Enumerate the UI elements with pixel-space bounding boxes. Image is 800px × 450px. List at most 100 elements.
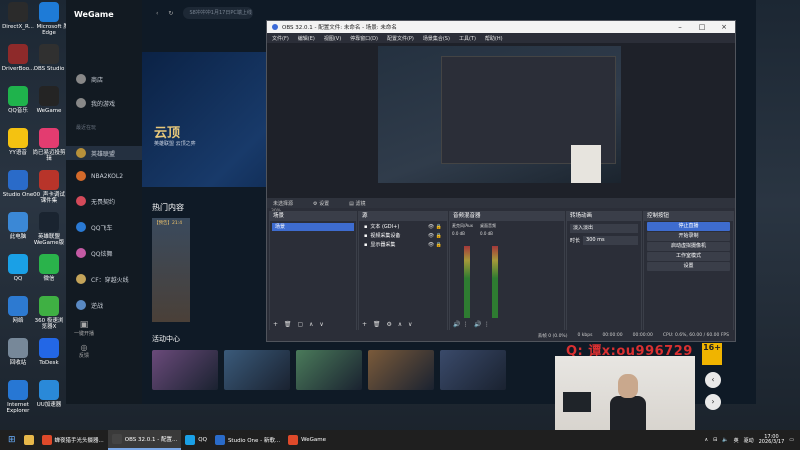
windows-icon: ⊞ (8, 435, 16, 445)
activity-thumbnail[interactable] (368, 350, 434, 390)
wegame-nav-item[interactable]: 英雄联盟 (66, 146, 142, 160)
desktop-icon[interactable]: 英雄联盟WeGame版 (32, 212, 66, 247)
wegame-nav-item[interactable]: QQ飞车 (76, 222, 112, 232)
volume-icon[interactable]: 🔈 (722, 437, 728, 443)
wegame-nav-item[interactable]: CF：穿越火线 (76, 274, 129, 284)
control-button[interactable]: 工作室模式 (647, 252, 730, 261)
source-item[interactable]: ▪ 显示器采集 👁 🔒 (361, 241, 445, 250)
game-icon (76, 222, 86, 232)
obs-menu-item[interactable]: 场景集合(S) (423, 35, 450, 42)
visibility-lock-icon[interactable]: 👁 🔒 (428, 223, 442, 232)
desktop-icon-label: Studio One (2, 192, 34, 198)
wegame-search[interactable]: S8冲冲冲1月17日PC端上线 (183, 7, 254, 19)
obs-menu-item[interactable]: 编辑(E) (298, 35, 315, 42)
clock[interactable]: 17:00 2026/3/17 (759, 434, 785, 446)
app-icon (39, 380, 59, 400)
visibility-lock-icon[interactable]: 👁 🔒 (428, 232, 442, 241)
next-icon[interactable]: › (705, 394, 721, 410)
desktop-icon[interactable]: 网络 (1, 296, 35, 324)
control-button[interactable]: 停止直播 (647, 222, 730, 231)
taskbar-app-button[interactable]: OBS 32.0.1 - 配置... (107, 430, 182, 450)
desktop-icon[interactable]: WeGame (32, 86, 66, 114)
tray-expand-icon[interactable]: ∧ (704, 437, 708, 443)
desktop-icon[interactable]: Microsoft Edge (32, 2, 66, 37)
file-explorer-button[interactable] (20, 430, 38, 450)
desktop-icon[interactable]: Studio One (1, 170, 35, 198)
network-icon[interactable]: ⊟ (713, 437, 717, 443)
visibility-lock-icon[interactable]: 👁 🔒 (428, 241, 442, 250)
obs-menu-item[interactable]: 文件(F) (272, 35, 289, 42)
sources-dock-toolbar[interactable]: + 🗑 ⚙ ∧ ∨ (362, 321, 414, 328)
back-icon[interactable]: ‹ (156, 10, 158, 17)
taskbar-app-button[interactable]: QQ (181, 430, 211, 450)
obs-menu-item[interactable]: 停靠窗口(D) (350, 35, 378, 42)
taskbar-app-button[interactable]: WeGame (284, 430, 330, 450)
source-item[interactable]: ▪ 文本 (GDI+) 👁 🔒 (361, 223, 445, 232)
desktop-icon[interactable]: DriverBoo... (1, 44, 35, 72)
wegame-nav-item[interactable]: 我的游戏 (76, 98, 115, 108)
desktop-volume-meter[interactable] (492, 246, 498, 318)
desktop-icon[interactable]: 微信 (32, 254, 66, 282)
desktop-icon[interactable]: Internet Explorer (1, 380, 35, 415)
minimize-icon[interactable]: – (669, 23, 691, 31)
taskbar-app-label: 蝉夜猎手光头摄器... (54, 438, 104, 444)
activity-thumbnail[interactable] (440, 350, 506, 390)
obs-menu-item[interactable]: 帮助(H) (485, 35, 503, 42)
quick-broadcast-label: 一键开播 (73, 331, 94, 337)
duration-input[interactable]: 300 ms (583, 236, 638, 245)
taskbar-app-button[interactable]: 蝉夜猎手光头摄器... (38, 430, 108, 450)
activity-thumbnail[interactable] (152, 350, 218, 390)
desktop-icon[interactable]: 360 极速浏览器X (32, 296, 66, 331)
wegame-nav-item[interactable]: NBA2KOL2 (76, 171, 123, 181)
control-button[interactable]: 开始录制 (647, 232, 730, 241)
obs-menu-item[interactable]: 工具(T) (459, 35, 476, 42)
tray-extra[interactable]: 驱动 (744, 437, 754, 444)
feedback-icon[interactable]: ◎ (72, 343, 96, 352)
desktop-icon[interactable]: YY语音 (1, 128, 35, 156)
properties-button[interactable]: ⚙ 设置 (313, 200, 329, 207)
filters-button[interactable]: ▤ 滤镜 (349, 200, 365, 207)
start-button[interactable]: ⊞ (4, 430, 20, 450)
previous-icon[interactable]: ‹ (705, 372, 721, 388)
activity-thumbnail[interactable] (224, 350, 290, 390)
wegame-nav-item[interactable]: QQ炫舞 (76, 248, 112, 258)
maximize-icon[interactable]: □ (691, 23, 713, 31)
desktop-icon[interactable]: UU加速器 (32, 380, 66, 408)
control-button[interactable]: 启动虚拟摄像机 (647, 242, 730, 251)
desktop-icon-label: UU加速器 (36, 402, 62, 408)
wegame-nav-item[interactable]: 逆战 (76, 300, 103, 310)
taskbar-app-button[interactable]: Studio One - 新歌... (211, 430, 284, 450)
card-caption: 【预告】21:4 (154, 221, 183, 226)
mic-volume-meter[interactable] (464, 246, 470, 318)
obs-menu-item[interactable]: 视图(V) (324, 35, 341, 42)
desktop-icon[interactable]: 回收站 (1, 338, 35, 366)
source-item[interactable]: ▪ 视频采集设备 👁 🔒 (361, 232, 445, 241)
desktop-icon[interactable]: 00_声卡调试课件集 (32, 170, 66, 205)
scenes-dock-toolbar[interactable]: + 🗑 ▢ ∧ ∨ (273, 321, 326, 328)
app-icon (8, 296, 28, 316)
transition-select[interactable]: 淡入淡出 (570, 224, 638, 233)
desktop-icon[interactable]: ToDesk (32, 338, 66, 366)
obs-menu-item[interactable]: 配置文件(P) (387, 35, 414, 42)
desktop-icon[interactable]: QQ音乐 (1, 86, 35, 114)
wegame-nav-item[interactable]: 商店 (76, 74, 103, 84)
notification-icon[interactable]: ▭ (789, 437, 794, 443)
desktop-icon[interactable]: DirectX_R... (1, 2, 35, 30)
hot-content-card[interactable]: 【预告】21:4 (152, 218, 190, 322)
desktop-icon[interactable]: 尚已易迈投剪辑 (32, 128, 66, 163)
wegame-nav-item[interactable]: 无畏契约 (76, 196, 115, 206)
scene-item[interactable]: 场景 (272, 223, 354, 231)
obs-preview-canvas[interactable] (378, 46, 621, 183)
refresh-icon[interactable]: ↻ (168, 10, 173, 17)
close-icon[interactable]: × (713, 23, 735, 31)
desktop-icon[interactable]: QQ (1, 254, 35, 282)
mixer-toolbar[interactable]: 🔊⋮ 🔊⋮ (453, 321, 492, 328)
quick-broadcast[interactable]: ▣ 一键开播 ◎ 反馈 (72, 320, 96, 359)
desktop-icon[interactable]: OBS Studio (32, 44, 66, 72)
tray-lang[interactable]: 英 (734, 437, 739, 444)
desktop-icon[interactable]: 此电脑 (1, 212, 35, 240)
control-button[interactable]: 设置 (647, 262, 730, 271)
activity-thumbnail[interactable] (296, 350, 362, 390)
wegame-nav-label: 商店 (91, 76, 104, 84)
desktop-icon-label: 微信 (43, 276, 55, 282)
